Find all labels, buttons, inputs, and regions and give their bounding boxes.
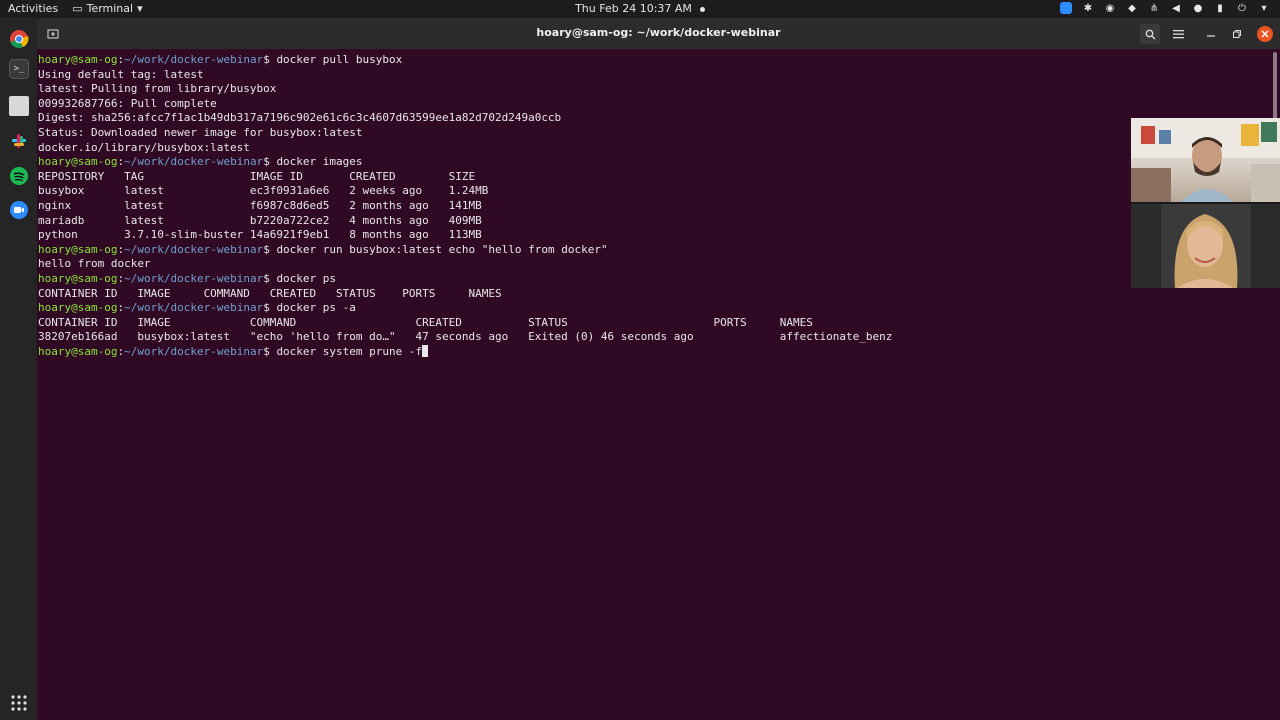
search-icon	[1145, 29, 1155, 39]
terminal-output-line: CONTAINER ID IMAGE COMMAND CREATED STATU…	[38, 315, 813, 329]
command-text: docker pull busybox	[276, 53, 403, 66]
prompt-user: hoary@sam-og	[38, 344, 118, 358]
terminal-app-icon: ▭	[72, 2, 83, 15]
terminal-output-line: REPOSITORY TAG IMAGE ID CREATED SIZE	[38, 169, 476, 183]
terminal-output-line: latest: Pulling from library/busybox	[38, 82, 277, 96]
command-text: docker ps -a	[276, 301, 356, 315]
app-menu[interactable]: ▭ Terminal ▾	[72, 2, 142, 15]
webcam-overlay	[1131, 118, 1280, 288]
dock: >_	[0, 18, 37, 720]
prompt-symbol: $	[263, 242, 277, 256]
close-icon	[1261, 30, 1269, 38]
chrome-tray-icon[interactable]: ◉	[1104, 2, 1116, 14]
prompt-symbol: $	[263, 344, 277, 358]
minimize-button[interactable]	[1201, 24, 1221, 44]
command-text: docker ps	[276, 271, 337, 285]
command-text: docker run busybox:latest echo "hello fr…	[276, 242, 608, 256]
prompt-path: ~/work/docker-webinar	[124, 271, 264, 285]
search-button[interactable]	[1140, 24, 1160, 44]
terminal-command-line: hoary@sam-og:~/work/docker-webinar$ dock…	[38, 301, 1268, 316]
terminal-output-line: Digest: sha256:afcc7f1ac1b49db317a7196c9…	[38, 111, 562, 125]
volume-icon[interactable]: ◀	[1170, 2, 1182, 14]
close-button[interactable]	[1257, 26, 1273, 42]
terminal-output[interactable]: hoary@sam-og:~/work/docker-webinar$ dock…	[38, 53, 1268, 359]
show-applications-icon[interactable]	[10, 694, 28, 712]
terminal-output-line: 009932687766: Pull complete	[38, 96, 217, 110]
files-icon[interactable]	[9, 96, 29, 116]
host-video-icon	[1131, 204, 1280, 288]
terminal-output-line: Status: Downloaded newer image for busyb…	[38, 125, 363, 139]
terminal-command-line: hoary@sam-og:~/work/docker-webinar$ dock…	[38, 155, 1268, 170]
text-cursor	[422, 344, 429, 357]
zoom-tray-icon[interactable]	[1060, 2, 1072, 14]
presenter-video-icon	[1131, 118, 1280, 202]
app-menu-label: Terminal	[86, 2, 134, 15]
slack-icon[interactable]	[9, 131, 29, 151]
dropbox-tray-icon[interactable]: ◆	[1126, 2, 1138, 14]
terminal-command-line: hoary@sam-og:~/work/docker-webinar$ dock…	[38, 53, 1268, 68]
prompt-path: ~/work/docker-webinar	[124, 301, 264, 315]
chevron-down-icon[interactable]: ▾	[1258, 2, 1270, 14]
chevron-down-icon: ▾	[137, 2, 143, 15]
terminal-icon[interactable]: >_	[9, 59, 29, 79]
battery-icon[interactable]: ▮	[1214, 2, 1226, 14]
terminal-output-line: nginx latest f6987c8d6ed5 2 months ago 1…	[38, 198, 482, 212]
terminal-output-line: mariadb latest b7220a722ce2 4 months ago…	[38, 213, 482, 227]
new-tab-button[interactable]	[43, 24, 63, 44]
webcam-feed-host	[1131, 204, 1280, 288]
power-icon[interactable]: ⏻	[1236, 2, 1248, 14]
command-text: docker images	[276, 155, 363, 169]
network-icon[interactable]: ⋔	[1148, 2, 1160, 14]
prompt-path: ~/work/docker-webinar	[124, 155, 264, 169]
prompt-symbol: $	[263, 271, 277, 285]
terminal-output-line: 38207eb166ad busybox:latest "echo 'hello…	[38, 330, 893, 344]
terminal-output-line: CONTAINER ID IMAGE COMMAND CREATED STATU…	[38, 286, 502, 300]
slack-tray-icon[interactable]: ✱	[1082, 2, 1094, 14]
terminal-output-line: busybox latest ec3f0931a6e6 2 weeks ago …	[38, 184, 489, 198]
new-tab-icon	[47, 29, 59, 39]
spotify-icon[interactable]	[9, 166, 29, 186]
prompt-user: hoary@sam-og	[38, 242, 118, 256]
prompt-user: hoary@sam-og	[38, 271, 118, 285]
notification-dot-icon	[699, 6, 705, 12]
chrome-icon[interactable]	[9, 29, 29, 49]
system-tray[interactable]: ✱ ◉ ◆ ⋔ ◀ ● ▮ ⏻ ▾	[1060, 2, 1270, 14]
minimize-icon	[1207, 35, 1215, 37]
zoom-icon[interactable]	[9, 200, 29, 220]
command-text[interactable]: docker system prune -f	[276, 345, 422, 358]
prompt-path: ~/work/docker-webinar	[124, 242, 264, 256]
prompt-user: hoary@sam-og	[38, 301, 118, 315]
prompt-user: hoary@sam-og	[38, 53, 118, 66]
terminal-output-line: hello from docker	[38, 257, 151, 271]
microphone-icon[interactable]: ●	[1192, 2, 1204, 14]
prompt-path: ~/work/docker-webinar	[124, 344, 264, 358]
activities-button[interactable]: Activities	[8, 2, 58, 15]
prompt-symbol: $	[263, 155, 277, 169]
terminal-output-line: Using default tag: latest	[38, 67, 204, 81]
terminal-output-line: docker.io/library/busybox:latest	[38, 140, 250, 154]
restore-icon	[1233, 30, 1241, 38]
window-title: hoary@sam-og: ~/work/docker-webinar	[536, 26, 781, 39]
terminal-output-line: python 3.7.10-slim-buster 14a6921f9eb1 8…	[38, 228, 482, 242]
window-titlebar[interactable]: hoary@sam-og: ~/work/docker-webinar	[37, 18, 1280, 49]
prompt-path: ~/work/docker-webinar	[124, 53, 264, 66]
terminal-input-line: hoary@sam-og:~/work/docker-webinar$ dock…	[38, 344, 1268, 360]
terminal-command-line: hoary@sam-og:~/work/docker-webinar$ dock…	[38, 272, 1268, 287]
prompt-symbol: $	[263, 301, 277, 315]
terminal-window: hoary@sam-og: ~/work/docker-webinar hoar…	[37, 18, 1280, 720]
maximize-button[interactable]	[1227, 24, 1247, 44]
webcam-feed-presenter	[1131, 118, 1280, 202]
clock[interactable]: Thu Feb 24 10:37 AM	[575, 2, 692, 15]
hamburger-menu-icon	[1172, 30, 1184, 39]
prompt-symbol: $	[263, 53, 277, 66]
prompt-user: hoary@sam-og	[38, 155, 118, 169]
top-bar: Activities ▭ Terminal ▾ Thu Feb 24 10:37…	[0, 0, 1280, 18]
terminal-command-line: hoary@sam-og:~/work/docker-webinar$ dock…	[38, 243, 1268, 258]
menu-button[interactable]	[1168, 24, 1188, 44]
